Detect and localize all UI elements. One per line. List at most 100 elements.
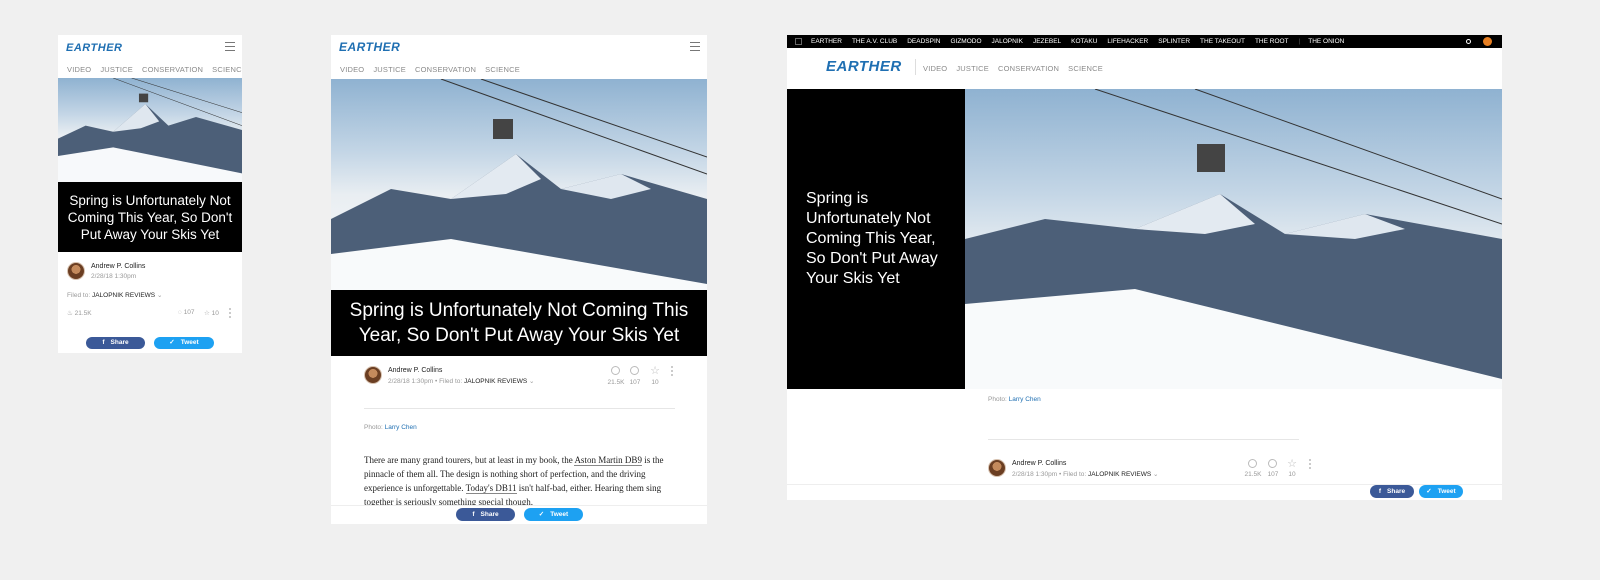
share-button[interactable]: f Share bbox=[1370, 485, 1414, 498]
more-options-icon[interactable] bbox=[1309, 459, 1311, 471]
share-button[interactable]: f Share bbox=[456, 508, 515, 521]
headline-band: Spring is Unfortunately Not Coming This … bbox=[787, 89, 965, 389]
stars-value: 10 bbox=[211, 310, 219, 317]
network-jezebel[interactable]: JEZEBEL bbox=[1033, 38, 1061, 45]
nav-video[interactable]: VIDEO bbox=[340, 65, 364, 74]
nav-conservation[interactable]: CONSERVATION bbox=[998, 64, 1059, 73]
tablet-frame: EARTHER VIDEO JUSTICE CONSERVATION SCIENCE … bbox=[331, 35, 707, 524]
facebook-icon: f bbox=[102, 339, 105, 346]
network-jalopnik[interactable]: JALOPNIK bbox=[992, 38, 1023, 45]
headline[interactable]: Spring is Unfortunately Not Coming This … bbox=[806, 190, 938, 287]
post-meta: 2/28/18 1:30pm • Filed to: JALOPNIK REVI… bbox=[388, 378, 535, 385]
flame-icon[interactable] bbox=[1248, 459, 1257, 468]
headline-band: Spring is Unfortunately Not Coming This … bbox=[331, 290, 707, 356]
hero-image bbox=[331, 79, 707, 290]
star-icon: ☆ bbox=[204, 310, 210, 317]
filed-tag[interactable]: JALOPNIK REVIEWS bbox=[1088, 471, 1151, 478]
headline[interactable]: Spring is Unfortunately Not Coming This … bbox=[350, 300, 689, 346]
tweet-button[interactable]: ✓ Tweet bbox=[524, 508, 583, 521]
comments-value: 107 bbox=[183, 309, 195, 316]
share-label: Share bbox=[480, 511, 499, 518]
menu-icon[interactable] bbox=[225, 42, 235, 51]
nav-justice[interactable]: JUSTICE bbox=[373, 65, 406, 74]
author-name[interactable]: Andrew P. Collins bbox=[1012, 460, 1066, 467]
network-deadspin[interactable]: DEADSPIN bbox=[907, 38, 940, 45]
section-nav: VIDEO JUSTICE CONSERVATION SCIENCE bbox=[340, 65, 529, 74]
more-options-icon[interactable] bbox=[671, 366, 673, 378]
views-value: 21.5K bbox=[1244, 471, 1262, 478]
nav-justice[interactable]: JUSTICE bbox=[956, 64, 989, 73]
menu-icon[interactable] bbox=[690, 42, 700, 51]
comment-icon[interactable] bbox=[630, 366, 639, 375]
search-icon[interactable] bbox=[1466, 39, 1471, 44]
star-icon[interactable]: ☆ bbox=[645, 364, 665, 377]
nav-conservation[interactable]: CONSERVATION bbox=[142, 65, 203, 74]
comments-value: 107 bbox=[1267, 471, 1279, 478]
network-kotaku[interactable]: KOTAKU bbox=[1071, 38, 1097, 45]
network-takeout[interactable]: THE TAKEOUT bbox=[1200, 38, 1245, 45]
star-icon[interactable]: ☆ bbox=[1282, 457, 1302, 470]
views-value: 21.5K bbox=[74, 310, 92, 317]
divider bbox=[364, 408, 675, 409]
nav-justice[interactable]: JUSTICE bbox=[100, 65, 133, 74]
body-link-db11[interactable]: Today's DB11 bbox=[465, 483, 517, 494]
filed-tag[interactable]: JALOPNIK REVIEWS bbox=[464, 378, 527, 385]
network-root[interactable]: THE ROOT bbox=[1255, 38, 1289, 45]
mountain-photo bbox=[58, 78, 242, 182]
photo-credit-link[interactable]: Larry Chen bbox=[1009, 396, 1041, 403]
more-options-icon[interactable] bbox=[229, 308, 231, 320]
article-body: There are many grand tourers, but at lea… bbox=[364, 453, 676, 505]
facebook-icon: f bbox=[472, 511, 475, 518]
filed-label: Filed to: bbox=[1063, 471, 1087, 478]
filed-label: Filed to: bbox=[439, 378, 463, 385]
author-avatar[interactable] bbox=[988, 459, 1006, 477]
flame-icon[interactable] bbox=[611, 366, 620, 375]
network-avclub[interactable]: THE A.V. CLUB bbox=[852, 38, 897, 45]
nav-video[interactable]: VIDEO bbox=[67, 65, 91, 74]
mobile-frame: EARTHER VIDEOJUSTICECONSERVATIONSCIENCE … bbox=[58, 35, 242, 353]
hero-image bbox=[58, 78, 242, 182]
headline-band: Spring is Unfortunately Not Coming This … bbox=[58, 182, 242, 252]
nav-science[interactable]: SCIENCE bbox=[1068, 64, 1103, 73]
stars-count[interactable]: ☆ 10 bbox=[204, 309, 219, 317]
body-link-db9[interactable]: Aston Martin DB9 bbox=[574, 455, 642, 466]
photo-credit-link[interactable]: Larry Chen bbox=[385, 424, 417, 431]
author-avatar[interactable] bbox=[67, 262, 85, 280]
network-lifehacker[interactable]: LIFEHACKER bbox=[1107, 38, 1148, 45]
photo-label: Photo: bbox=[364, 424, 383, 431]
site-logo[interactable]: EARTHER bbox=[339, 40, 400, 54]
site-logo[interactable]: EARTHER bbox=[826, 58, 902, 75]
site-logo[interactable]: EARTHER bbox=[66, 42, 122, 54]
share-button[interactable]: f Share bbox=[86, 337, 145, 349]
headline[interactable]: Spring is Unfortunately Not Coming This … bbox=[68, 193, 232, 242]
section-nav: VIDEO JUSTICE CONSERVATION SCIENCE bbox=[923, 64, 1112, 73]
home-icon[interactable] bbox=[795, 38, 802, 45]
twitter-icon: ✓ bbox=[538, 511, 545, 518]
nav-video[interactable]: VIDEO bbox=[923, 64, 947, 73]
nav-conservation[interactable]: CONSERVATION bbox=[415, 65, 476, 74]
comments-value: 107 bbox=[629, 379, 641, 386]
hero-image bbox=[965, 89, 1502, 389]
author-name[interactable]: Andrew P. Collins bbox=[388, 367, 442, 374]
comment-icon: ◌ bbox=[178, 309, 182, 316]
user-avatar[interactable] bbox=[1483, 37, 1492, 46]
tweet-button[interactable]: ✓ Tweet bbox=[154, 337, 214, 349]
tweet-button[interactable]: ✓ Tweet bbox=[1419, 485, 1463, 498]
nav-science[interactable]: SCIENCE bbox=[485, 65, 520, 74]
comment-icon[interactable] bbox=[1268, 459, 1277, 468]
network-gizmodo[interactable]: GIZMODO bbox=[950, 38, 981, 45]
network-splinter[interactable]: SPLINTER bbox=[1158, 38, 1190, 45]
tweet-label: Tweet bbox=[180, 339, 199, 346]
filed-tag[interactable]: JALOPNIK REVIEWS bbox=[92, 292, 155, 299]
comments-count[interactable]: ◌ 107 bbox=[178, 309, 195, 316]
nav-science[interactable]: SCIENCE bbox=[212, 65, 242, 74]
network-earther[interactable]: EARTHER bbox=[811, 38, 842, 45]
tweet-label: Tweet bbox=[1437, 488, 1456, 495]
stars-value: 10 bbox=[1288, 471, 1296, 478]
network-onion[interactable]: THE ONION bbox=[1308, 38, 1344, 45]
author-avatar[interactable] bbox=[364, 366, 382, 384]
photo-credit: Photo: Larry Chen bbox=[364, 424, 417, 431]
author-name[interactable]: Andrew P. Collins bbox=[91, 263, 145, 270]
share-bar bbox=[331, 505, 707, 524]
body-part-1: There are many grand tourers, but at lea… bbox=[364, 455, 575, 465]
